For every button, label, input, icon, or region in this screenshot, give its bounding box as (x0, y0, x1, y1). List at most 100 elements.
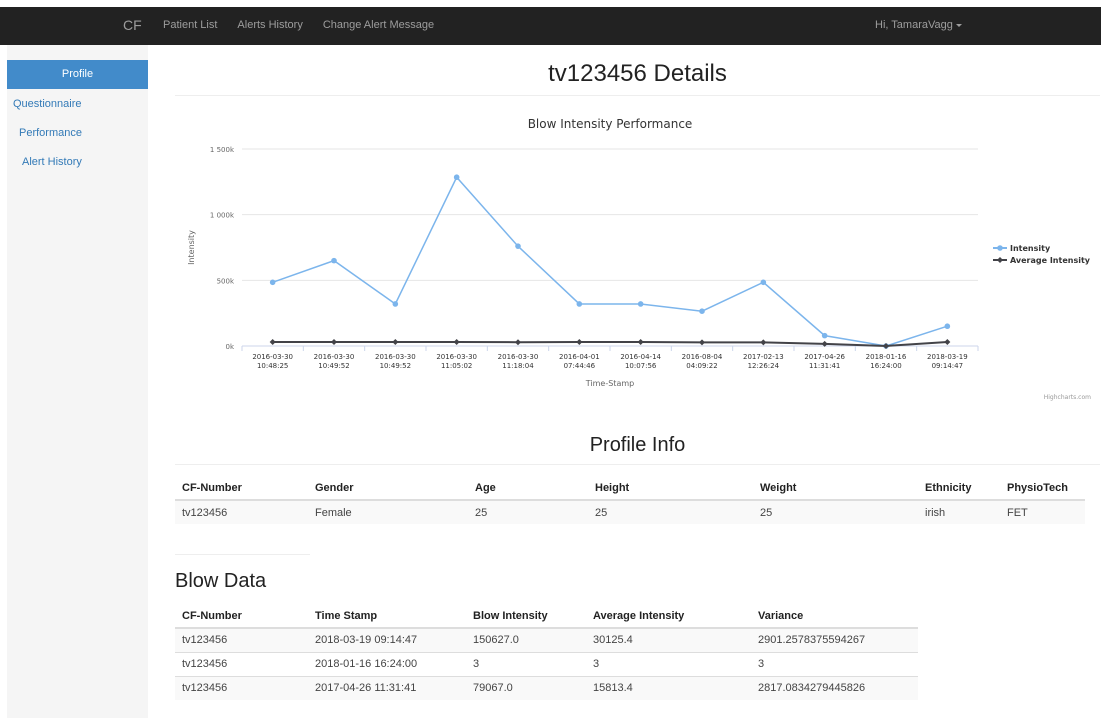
x-tick-label: 2017-02-13 (743, 353, 784, 361)
y-tick-label: 1 000k (210, 212, 235, 220)
sidebar-item-profile[interactable]: Profile (7, 60, 148, 89)
profile-info-title: Profile Info (589, 434, 686, 456)
legend-item: Intensity (1010, 244, 1051, 253)
blow-cell: 2901.2578375594267 (751, 627, 918, 652)
intensity-point (944, 323, 951, 330)
x-tick-label: 11:18:04 (502, 362, 534, 370)
blow-cell: 3 (586, 651, 751, 676)
blow-header-4: Variance (751, 604, 918, 629)
blow-cell: 79067.0 (466, 675, 586, 700)
blow-cell: tv123456 (175, 627, 308, 652)
page-title: tv123456 Details (548, 60, 727, 87)
x-tick-label: 04:09:22 (686, 362, 717, 370)
average-intensity-point (392, 339, 399, 346)
table-row: tv123456 2018-01-16 16:24:00 3 3 3 (175, 651, 918, 676)
intensity-point (821, 332, 828, 339)
chart-title: Blow Intensity Performance (528, 117, 693, 131)
x-tick-label: 2018-03-19 (927, 353, 968, 361)
blow-cell: 3 (466, 651, 586, 676)
x-tick-label: 12:26:24 (748, 362, 780, 370)
main-nav: Patient List Alerts History Change Alert… (163, 19, 434, 31)
average-intensity-point (576, 339, 583, 346)
blow-intensity-chart: Blow Intensity Performance 0k 500k 1 000k 1 … (187, 117, 1091, 401)
sidebar-item-alert-history[interactable]: Alert History (22, 156, 82, 168)
intensity-point (269, 279, 276, 286)
profile-cell: FET (1000, 499, 1085, 524)
user-menu[interactable]: Hi, TamaraVagg (875, 19, 962, 31)
x-tick-label: 2016-03-30 (375, 353, 416, 361)
average-intensity-point (760, 339, 767, 346)
x-tick-label: 2016-04-14 (620, 353, 661, 361)
blow-cell: 2817.0834279445826 (751, 675, 918, 700)
sidebar: Profile Questionnaire Performance Alert … (7, 45, 148, 718)
intensity-point (576, 301, 583, 307)
profile-header-0: CF-Number (175, 476, 308, 501)
blow-cell: 150627.0 (466, 627, 586, 652)
intensity-point (699, 308, 705, 314)
profile-cell: 25 (753, 499, 918, 524)
average-intensity-point (515, 339, 521, 346)
x-tick-label: 2016-08-04 (682, 353, 723, 361)
x-tick-label: 11:05:02 (441, 362, 472, 370)
blow-divider (175, 554, 310, 555)
legend-marker-average (997, 257, 1003, 263)
intensity-point (331, 257, 337, 264)
x-tick-label: 2016-04-01 (559, 353, 600, 361)
blow-cell: 30125.4 (586, 627, 751, 652)
profile-cell: irish (918, 499, 1000, 524)
x-tick-label: 10:49:52 (380, 362, 411, 370)
profile-header-1: Gender (308, 476, 468, 501)
x-tick-label: 10:07:56 (625, 362, 657, 370)
blow-data-table: CF-Number Time Stamp Blow Intensity Average… (175, 604, 918, 700)
blow-cell: tv123456 (175, 675, 308, 700)
blow-cell: 2018-01-16 16:24:00 (308, 651, 466, 676)
average-intensity-point (883, 342, 889, 349)
blow-header-0: CF-Number (175, 604, 308, 629)
x-tick-label: 07:44:46 (564, 362, 596, 370)
intensity-point (515, 243, 521, 249)
x-tick-label: 2016-03-30 (314, 353, 355, 361)
y-axis-label: Intensity (187, 230, 196, 265)
table-row: tv123456 Female 25 25 25 irish FET (175, 499, 1085, 524)
nav-patient-list[interactable]: Patient List (163, 19, 217, 31)
x-axis-label: Time-Stamp (585, 379, 634, 388)
blow-header-1: Time Stamp (308, 604, 466, 629)
x-tick-label: 2017-04-26 (804, 353, 845, 361)
profile-cell: 25 (588, 499, 753, 524)
blow-cell: tv123456 (175, 651, 308, 676)
profile-header-5: Ethnicity (918, 476, 1000, 501)
y-tick-label: 500k (217, 277, 235, 285)
nav-alerts-history[interactable]: Alerts History (237, 19, 302, 31)
brand-link[interactable]: CF (123, 17, 142, 33)
profile-table: CF-Number Gender Age Height Weight Ethnicity P… (175, 476, 1085, 524)
series-line-average-intensity (272, 341, 948, 348)
nav-change-alert-message[interactable]: Change Alert Message (323, 19, 434, 31)
blow-cell: 3 (751, 651, 918, 676)
intensity-point (453, 174, 460, 181)
x-tick-label: 2016-03-30 (252, 353, 293, 361)
profile-header-2: Age (468, 476, 588, 501)
top-navbar: CF Patient List Alerts History Change Al… (0, 7, 1101, 45)
sidebar-item-performance[interactable]: Performance (19, 127, 82, 139)
x-tick-label: 2016-03-30 (498, 353, 539, 361)
blow-cell: 2018-03-19 09:14:47 (308, 627, 466, 652)
table-row: tv123456 2017-04-26 11:31:41 79067.0 15813.… (175, 675, 918, 700)
y-tick-label: 0k (225, 343, 234, 351)
user-greeting: Hi, TamaraVagg (875, 19, 953, 31)
average-intensity-point (637, 339, 644, 346)
series-line-intensity (272, 175, 948, 347)
x-tick-label: 2016-03-30 (436, 353, 477, 361)
profile-divider (175, 464, 1100, 465)
x-tick-label: 11:31:41 (809, 362, 840, 370)
table-row: tv123456 2018-03-19 09:14:47 150627.0 30125… (175, 627, 918, 652)
profile-header-3: Height (588, 476, 753, 501)
intensity-point (760, 279, 767, 286)
sidebar-item-questionnaire[interactable]: Questionnaire (13, 98, 82, 110)
blow-data-title: Blow Data (175, 570, 267, 592)
average-intensity-point (944, 339, 951, 346)
profile-header-4: Weight (753, 476, 918, 501)
profile-header-6: PhysioTech (1000, 476, 1085, 501)
average-intensity-point (331, 339, 337, 346)
blow-header-3: Average Intensity (586, 604, 751, 629)
x-tick-label: 2018-01-16 (866, 353, 907, 361)
